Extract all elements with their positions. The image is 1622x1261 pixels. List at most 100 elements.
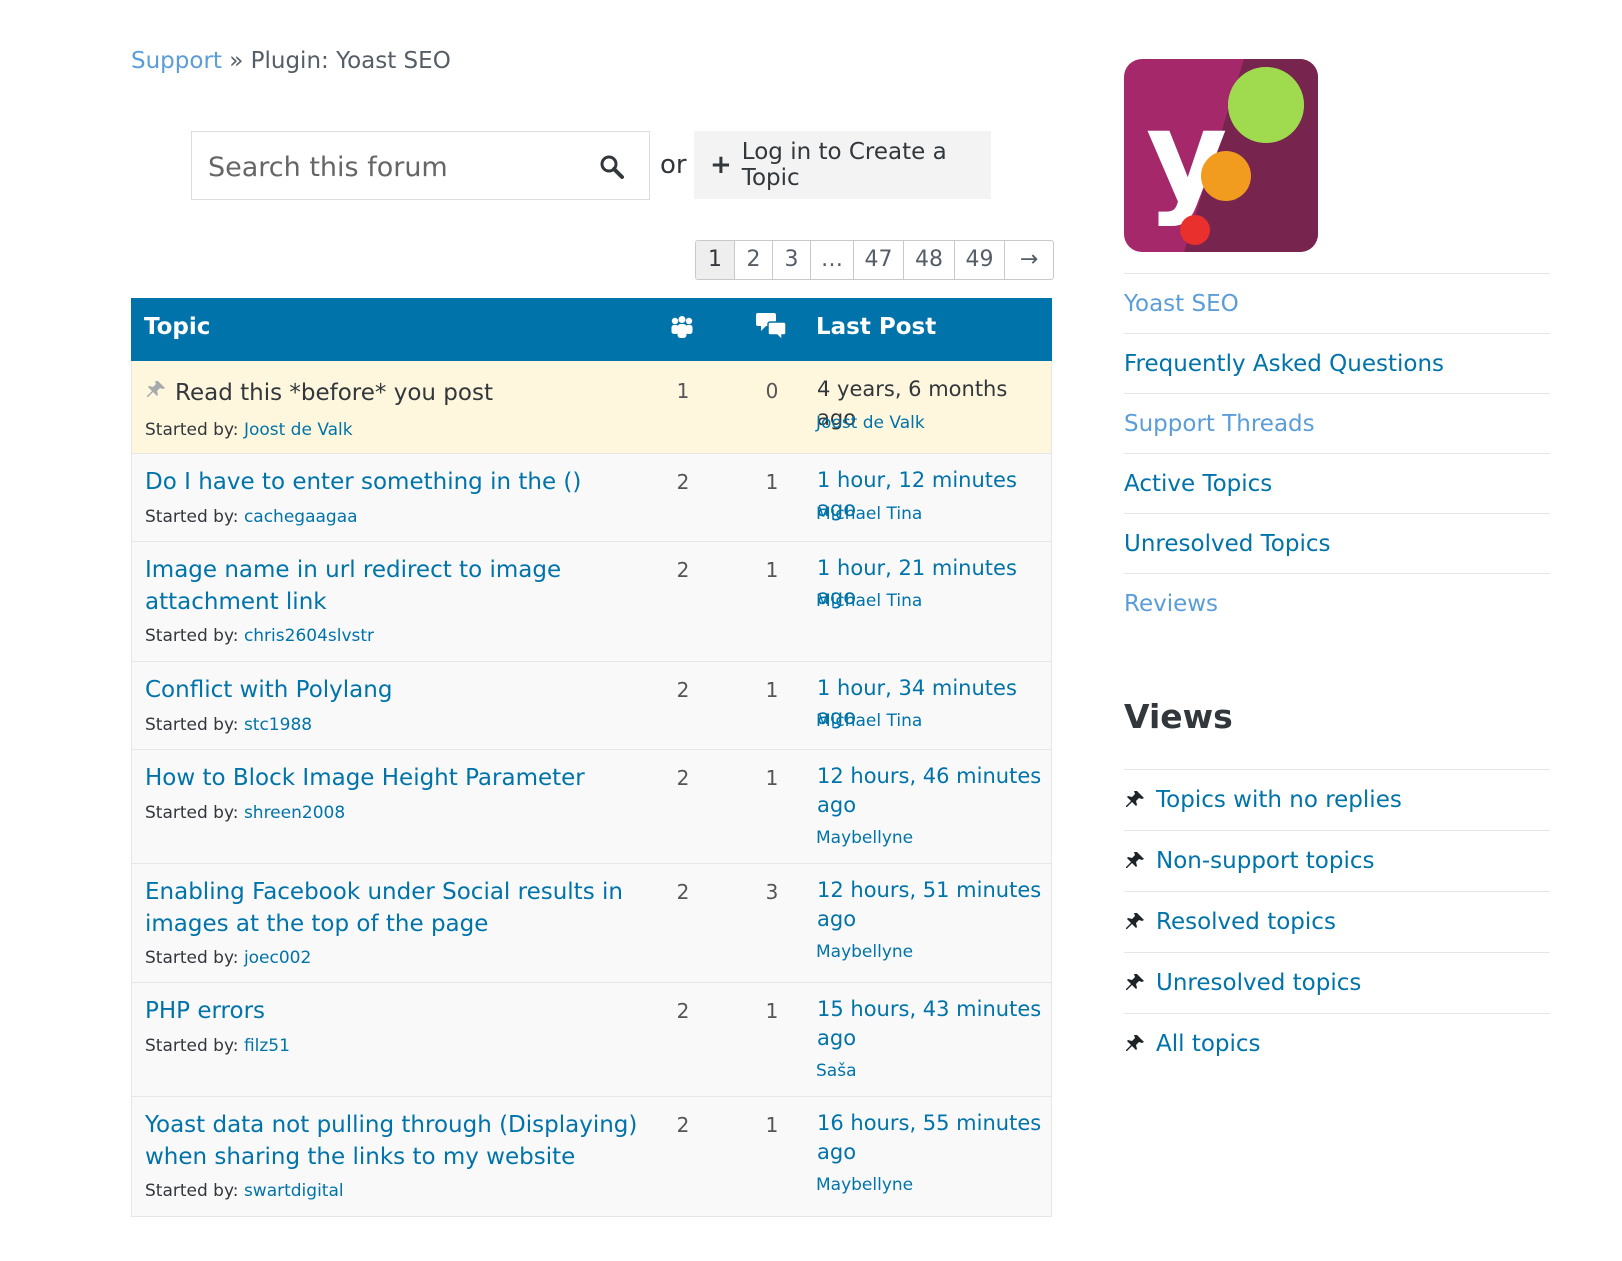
started-by: Started by: Joost de Valk [145,420,353,440]
table-row: Image name in url redirect to image atta… [131,542,1052,662]
topic-title-link[interactable]: Yoast data not pulling through (Displayi… [145,1109,640,1173]
table-row: Conflict with Polylang Started by: stc19… [131,662,1052,750]
topic-title-link[interactable]: Conflict with Polylang [145,674,640,706]
plus-icon: + [710,150,732,180]
topic-author-link[interactable]: swartdigital [244,1181,344,1201]
last-post-time[interactable]: 15 hours, 43 minutes ago [817,995,1042,1053]
yoast-logo[interactable]: y [1124,59,1318,252]
view-item-unresolved[interactable]: Unresolved topics [1124,952,1550,1013]
last-post-column-header: Last Post [816,314,937,340]
topic-title-link[interactable]: How to Block Image Height Parameter [145,762,640,794]
last-post-time[interactable]: 12 hours, 51 minutes ago [817,876,1042,934]
voices-count: 2 [676,558,690,582]
topic-title-text: Read this *before* you post [175,380,493,406]
replies-count: 1 [765,766,779,790]
topic-author-link[interactable]: shreen2008 [244,803,345,823]
sidebar-nav: Yoast SEO Frequently Asked Questions Sup… [1124,273,1550,633]
breadcrumb-separator: » [229,48,244,74]
started-by-label: Started by: [145,1181,239,1201]
last-post-time[interactable]: 12 hours, 46 minutes ago [817,762,1042,820]
started-by: Started by: cachegaagaa [145,507,358,527]
speech-bubbles-icon [756,313,787,342]
view-item-resolved[interactable]: Resolved topics [1124,891,1550,952]
table-header: Topic Last Post [131,298,1052,361]
sidebar-item-unresolved-topics[interactable]: Unresolved Topics [1124,513,1550,573]
topic-title-link[interactable]: Enabling Facebook under Social results i… [145,876,640,940]
voices-count: 2 [676,880,690,904]
view-item-label: Non-support topics [1156,848,1375,874]
sidebar-item-faq[interactable]: Frequently Asked Questions [1124,333,1550,393]
breadcrumb-support-link[interactable]: Support [131,48,222,74]
topic-author-link[interactable]: stc1988 [244,715,312,735]
topic-author-link[interactable]: filz51 [244,1036,290,1056]
replies-count: 1 [765,1113,779,1137]
voices-count: 1 [676,379,690,403]
last-post-author[interactable]: Saša [816,1061,856,1081]
started-by-label: Started by: [145,507,239,527]
replies-count: 1 [765,558,779,582]
last-post-author[interactable]: Maybellyne [816,1175,913,1195]
page-3[interactable]: 3 [773,241,811,279]
last-post-author[interactable]: Maybellyne [816,828,913,848]
page-47[interactable]: 47 [854,241,904,279]
next-page-arrow[interactable]: → [1005,241,1053,279]
topic-title-link[interactable]: Do I have to enter something in the () [145,466,640,498]
replies-count: 1 [765,678,779,702]
page-1[interactable]: 1 [696,241,735,279]
started-by: Started by: swartdigital [145,1181,344,1201]
topic-author-link[interactable]: cachegaagaa [244,507,358,527]
view-item-label: Resolved topics [1156,909,1336,935]
started-by-label: Started by: [145,948,239,968]
search-icon[interactable] [597,152,627,182]
started-by-label: Started by: [145,1036,239,1056]
started-by-label: Started by: [145,626,239,646]
started-by: Started by: joec002 [145,948,311,968]
views-list: Topics with no replies Non-support topic… [1124,769,1550,1074]
topic-author-link[interactable]: Joost de Valk [244,420,353,440]
pushpin-icon [1126,791,1144,807]
breadcrumb: Support » Plugin: Yoast SEO [131,48,451,74]
started-by-label: Started by: [145,420,239,440]
page-2[interactable]: 2 [735,241,773,279]
replies-count: 1 [765,470,779,494]
last-post-time[interactable]: 16 hours, 55 minutes ago [817,1109,1042,1167]
forum-search-form [191,131,650,200]
last-post-author[interactable]: Michael Tina [816,711,922,731]
table-row: How to Block Image Height Parameter Star… [131,750,1052,864]
voices-count: 2 [676,999,690,1023]
sidebar-item-yoast-seo[interactable]: Yoast SEO [1124,273,1550,333]
replies-count: 0 [765,379,779,403]
sticky-pin-icon [147,381,165,397]
topic-title-link[interactable]: PHP errors [145,995,640,1027]
voices-count: 2 [676,470,690,494]
table-row: PHP errors Started by: filz51 2 1 15 hou… [131,983,1052,1097]
topic-author-link[interactable]: chris2604slvstr [244,626,374,646]
topic-title[interactable]: Read this *before* you post [145,377,640,409]
view-item-non-support[interactable]: Non-support topics [1124,830,1550,891]
breadcrumb-current: Plugin: Yoast SEO [250,48,451,74]
last-post-author[interactable]: Michael Tina [816,591,922,611]
topic-column-header: Topic [144,314,211,340]
view-item-no-replies[interactable]: Topics with no replies [1124,769,1550,830]
last-post-author[interactable]: Maybellyne [816,942,913,962]
topic-title-link[interactable]: Image name in url redirect to image atta… [145,554,640,618]
sidebar-item-reviews[interactable]: Reviews [1124,573,1550,633]
replies-count: 1 [765,999,779,1023]
view-item-label: Topics with no replies [1156,787,1402,813]
sidebar-item-active-topics[interactable]: Active Topics [1124,453,1550,513]
voices-count: 2 [676,1113,690,1137]
view-item-all-topics[interactable]: All topics [1124,1013,1550,1074]
page-49[interactable]: 49 [955,241,1005,279]
pushpin-icon [1126,913,1144,929]
create-topic-label: Log in to Create a Topic [741,139,947,191]
voices-count: 2 [676,766,690,790]
search-input[interactable] [206,142,590,192]
topic-author-link[interactable]: joec002 [244,948,311,968]
page-ellipsis: … [811,241,854,279]
sidebar-item-support-threads[interactable]: Support Threads [1124,393,1550,453]
page-48[interactable]: 48 [904,241,955,279]
started-by: Started by: chris2604slvstr [145,626,374,646]
create-topic-button[interactable]: + Log in to Create a Topic [694,131,991,199]
last-post-author[interactable]: Michael Tina [816,504,922,524]
last-post-author[interactable]: Joost de Valk [816,413,925,433]
